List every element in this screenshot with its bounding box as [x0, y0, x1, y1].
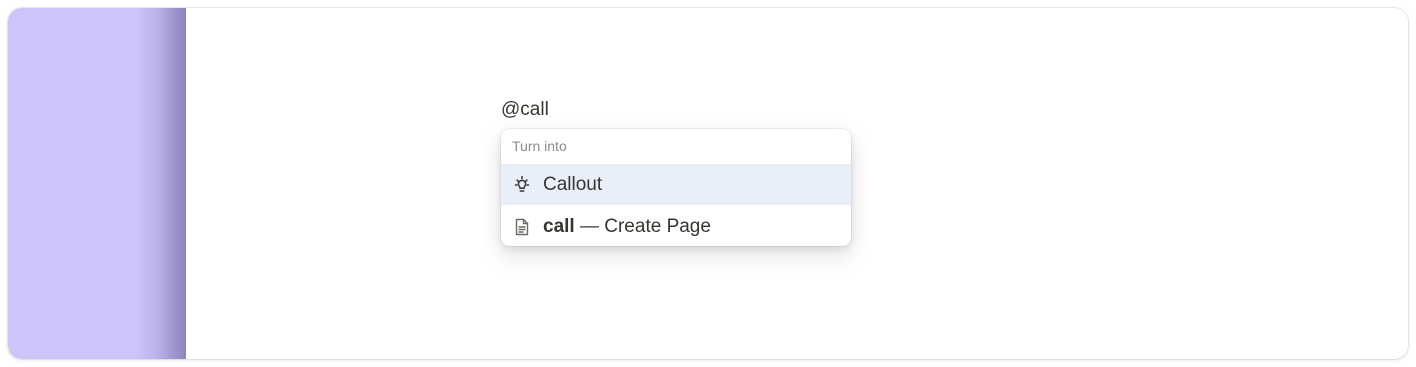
- menu-item-create-page[interactable]: call — Create Page: [501, 206, 851, 246]
- page-icon: [511, 216, 533, 238]
- lightbulb-icon: [511, 174, 533, 196]
- menu-item-label: call — Create Page: [543, 215, 711, 239]
- menu-header: Turn into: [512, 138, 567, 154]
- turn-into-menu: Turn into Callout call — Create Page: [501, 129, 851, 246]
- sidebar: [8, 8, 186, 359]
- menu-item-callout[interactable]: Callout: [501, 164, 851, 205]
- app-window: @call Turn into Callout call — Create Pa…: [8, 8, 1408, 359]
- menu-item-label: Callout: [543, 173, 603, 195]
- editor-area[interactable]: @call Turn into Callout call — Create Pa…: [186, 8, 1408, 359]
- create-page-text: — Create Page: [574, 215, 711, 237]
- query-text: call: [543, 215, 575, 237]
- mention-input-text[interactable]: @call: [501, 98, 549, 122]
